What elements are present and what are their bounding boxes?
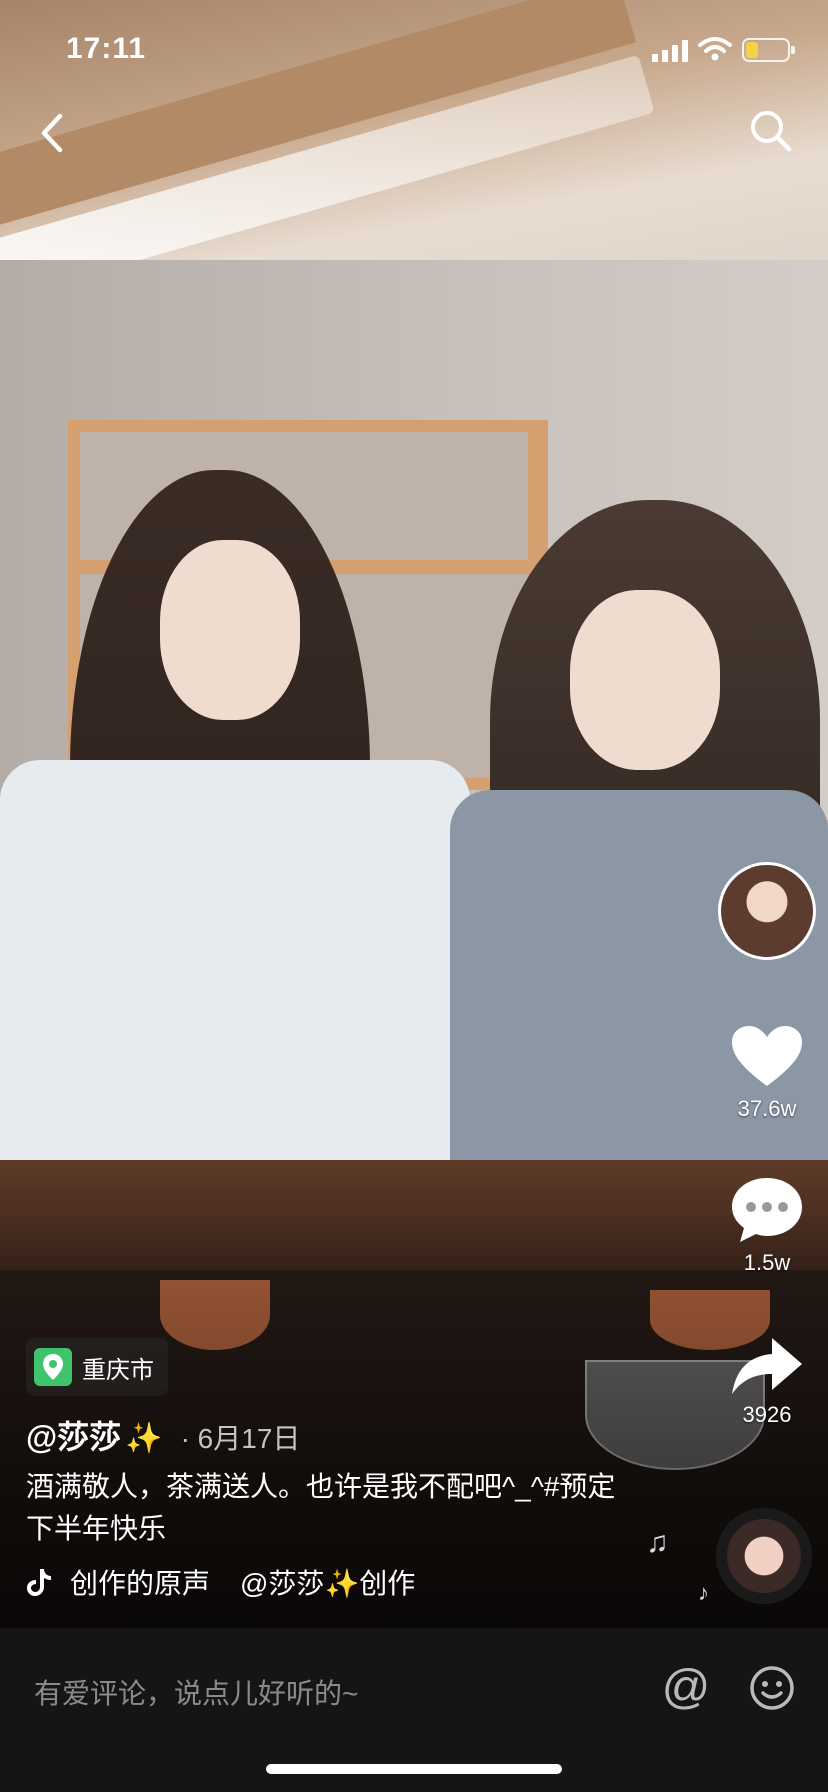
music-note-small-icon: ♪ [698, 1580, 709, 1605]
comment-count: 1.5w [743, 1250, 791, 1275]
music-author: @莎莎✨创作 [240, 1568, 416, 1599]
location-label: 重庆市 [82, 1356, 154, 1384]
like-count: 37.6w [737, 1096, 797, 1121]
comment-input[interactable]: 有爱评论，说点儿好听的~ [34, 1672, 358, 1712]
music-note-icon: ♫ [646, 1526, 669, 1559]
signal-icon [652, 40, 690, 62]
location-tag[interactable]: 重庆市 [26, 1338, 168, 1396]
heart-icon [732, 1026, 802, 1086]
author-line: @莎莎 ✨ · 6月17日 [26, 1412, 300, 1458]
share-count: 3926 [742, 1402, 792, 1427]
battery-nub [791, 46, 795, 54]
post-date: · 6月17日 [180, 1423, 301, 1454]
music-disc[interactable] [716, 1508, 812, 1604]
person-left-face [160, 540, 300, 720]
search-icon[interactable] [746, 106, 796, 156]
author-avatar[interactable] [718, 862, 816, 960]
wifi-icon [698, 37, 732, 61]
tiktok-note-icon [27, 1569, 51, 1596]
author-emoji: ✨ [125, 1422, 163, 1455]
comment-bubble-icon [732, 1178, 802, 1242]
music-title: 创作的原声 [70, 1568, 211, 1599]
like-button[interactable]: 37.6w [722, 1024, 812, 1122]
person-left-body [0, 760, 470, 1180]
emoji-icon[interactable] [748, 1664, 796, 1712]
share-button[interactable]: 3926 [722, 1336, 812, 1428]
person-right-body [450, 790, 828, 1190]
chevron-left-icon[interactable] [30, 108, 80, 158]
battery-icon [742, 38, 795, 62]
share-arrow-icon [732, 1338, 802, 1394]
battery-level [746, 42, 758, 58]
author-name[interactable]: @莎莎 [26, 1412, 121, 1458]
mention-at-button[interactable]: @ [660, 1662, 712, 1714]
music-line[interactable]: 创作的原声 @莎莎✨创作 [26, 1562, 446, 1602]
home-indicator[interactable] [266, 1764, 562, 1774]
status-time: 17:11 [66, 32, 147, 65]
person-right-face [570, 590, 720, 770]
comment-bar: 有爱评论，说点儿好听的~ @ [0, 1628, 828, 1792]
location-pin-icon [34, 1348, 72, 1386]
comment-button[interactable]: 1.5w [722, 1176, 812, 1276]
post-caption[interactable]: 酒满敬人，茶满送人。也许是我不配吧^_^#预定下半年快乐 [26, 1466, 636, 1550]
